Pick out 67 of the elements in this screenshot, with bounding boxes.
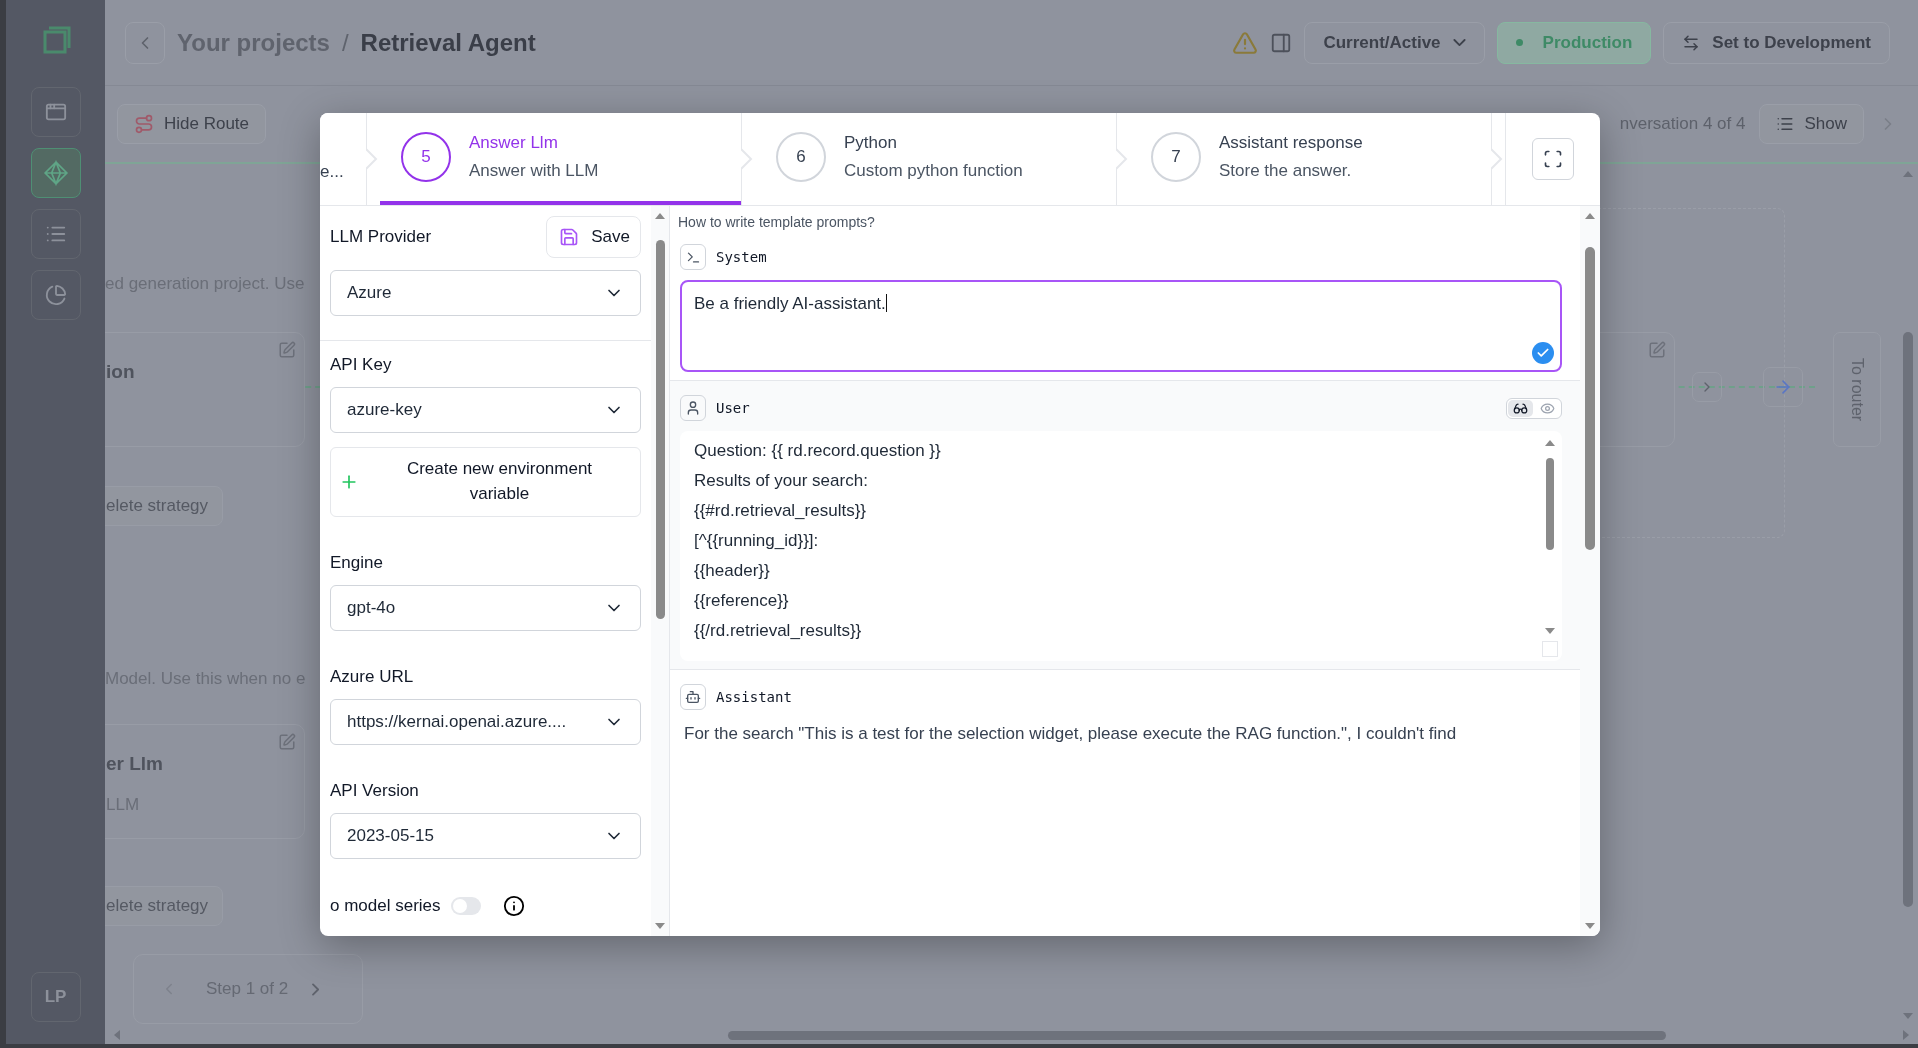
arrow-right-icon[interactable] (1763, 367, 1803, 407)
chevron-right-icon (312, 982, 320, 996)
help-link[interactable]: How to write template prompts? (670, 206, 1580, 230)
save-icon (559, 227, 580, 247)
chevron-right-icon[interactable] (1692, 372, 1722, 402)
sidebar-item[interactable] (30, 87, 81, 137)
fullscreen-button[interactable] (1532, 138, 1574, 180)
scrollbar[interactable] (651, 206, 669, 936)
hide-route-button[interactable]: Hide Route (117, 104, 267, 144)
step-tab[interactable]: e... (320, 113, 366, 205)
list-icon (1776, 115, 1795, 133)
assistant-response: For the search "This is a test for the selection widget, please execute the RAG function.", I couldn't find (683, 723, 1458, 744)
create-variable-button[interactable]: Create new environment variable (330, 447, 641, 517)
robot-glyph-icon (685, 689, 701, 705)
select-field[interactable]: 2023-05-15 (330, 813, 641, 859)
person-glyph-icon (685, 400, 701, 416)
breadcrumb-separator: / (341, 28, 349, 57)
panel-icon[interactable] (1270, 31, 1293, 54)
role-label: System (716, 249, 767, 265)
select-field[interactable]: Azure (330, 270, 641, 316)
scrollbar-thumb[interactable] (655, 239, 665, 620)
view-toggle[interactable] (1506, 397, 1562, 419)
field-label: API Version (330, 781, 419, 801)
select-field[interactable]: azure-key (330, 387, 641, 433)
fullscreen-icon (1543, 149, 1563, 169)
show-button[interactable]: Show (1759, 104, 1864, 144)
field-label: Engine (330, 553, 383, 573)
prompt-input[interactable]: Question: {{ rd.record.question }} Results of your search: {{#rd.retrieval_results}} [^{{running_id}}]: {{header}} {{reference}} {{/rd.retrieval_results}} (680, 431, 1562, 661)
scrollbar[interactable] (1580, 206, 1600, 936)
select-field[interactable]: gpt-4o (330, 585, 641, 631)
terminal-glyph-icon (685, 249, 701, 265)
role-label: Assistant (716, 689, 792, 705)
scrollbar-thumb[interactable] (1903, 331, 1913, 908)
pie-chart-icon (44, 284, 67, 306)
field-label: LLM Provider (330, 227, 432, 247)
eye-icon (1540, 400, 1555, 416)
scrollbar-thumb[interactable] (1585, 246, 1595, 551)
edit-icon[interactable] (1648, 341, 1666, 359)
check-icon (1532, 342, 1554, 364)
warning-icon[interactable] (1232, 29, 1259, 56)
view-option[interactable] (1508, 399, 1533, 417)
role-label: User (716, 400, 750, 416)
field-label: Azure URL (330, 667, 414, 687)
edit-icon[interactable] (278, 341, 296, 359)
swap-arrows-icon (1682, 33, 1701, 52)
route-icon (134, 114, 154, 134)
info-icon[interactable] (502, 895, 525, 917)
sidebar-item[interactable] (30, 270, 81, 320)
field-label: API Key (330, 355, 392, 375)
window-icon (44, 101, 67, 123)
toggle-switch[interactable] (450, 897, 481, 915)
field-label: o model series (330, 896, 441, 916)
node-title: ion (106, 361, 135, 383)
sidebar-item[interactable] (30, 148, 81, 198)
step-tab[interactable]: 5 Answer Llm Answer with LLM (380, 113, 741, 205)
prompt-input[interactable]: Be a friendly AI-assistant. (680, 280, 1562, 372)
chevron-down-icon (1452, 38, 1466, 47)
node-title: er Llm (106, 753, 164, 775)
diamond-icon (42, 160, 69, 186)
resize-handle[interactable] (1542, 641, 1558, 657)
select-field[interactable]: https://kernai.openai.azure.... (330, 699, 641, 745)
scrollbar-thumb[interactable] (1546, 458, 1554, 551)
save-button[interactable]: Save (546, 216, 641, 258)
back-button[interactable] (125, 21, 165, 64)
page-title: Retrieval Agent (360, 28, 536, 57)
edit-icon[interactable] (278, 733, 296, 751)
sidebar-item[interactable] (30, 209, 81, 259)
